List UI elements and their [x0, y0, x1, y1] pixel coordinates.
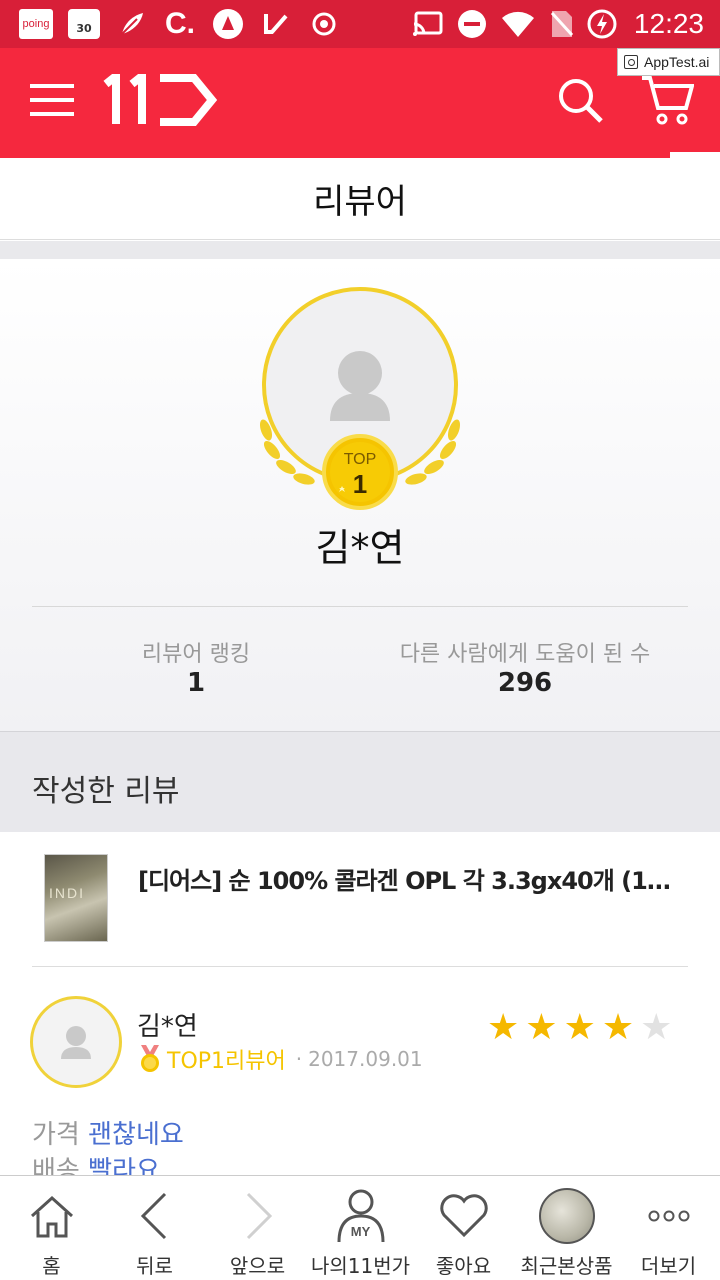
- nav-my-11st[interactable]: MY 나의11번가: [309, 1176, 412, 1280]
- review-date-separator: ·: [295, 1047, 303, 1071]
- star-filled-icon: ★: [563, 1007, 596, 1048]
- page-title-bar: 리뷰어: [0, 158, 720, 240]
- star-filled-icon: ★: [487, 1007, 520, 1048]
- battery-charging-icon: [586, 8, 618, 40]
- reviewer-badge-label: TOP1리뷰어: [167, 1049, 286, 1074]
- recent-product-icon: [515, 1186, 618, 1246]
- record-icon: [308, 8, 340, 40]
- heart-icon: [412, 1186, 515, 1246]
- wifi-icon: [500, 8, 536, 40]
- c-app-icon: C.: [165, 7, 195, 40]
- do-not-disturb-icon: [456, 8, 488, 40]
- review-line-label: 가격: [32, 1120, 80, 1150]
- profile-avatar-badge: TOP 1: [250, 285, 470, 515]
- apptest-overlay: AppTest.ai: [617, 48, 720, 76]
- star-empty-icon: ★: [640, 1007, 673, 1048]
- ranking-label: 리뷰어 랭킹: [141, 642, 251, 667]
- review-author: 김*연: [137, 1012, 198, 1042]
- product-thumbnail[interactable]: INDI: [44, 854, 108, 942]
- nav-more[interactable]: 더보기: [617, 1176, 720, 1280]
- divider: [32, 606, 688, 607]
- nav-forward[interactable]: 앞으로: [206, 1176, 309, 1280]
- logo-11st[interactable]: [102, 67, 218, 126]
- nav-label: 뒤로: [136, 1254, 173, 1278]
- apptest-label: AppTest.ai: [644, 54, 710, 70]
- status-time: 12:23: [633, 8, 704, 39]
- nav-likes[interactable]: 좋아요: [412, 1176, 515, 1280]
- hamburger-menu-icon[interactable]: [30, 84, 74, 116]
- back-icon: [103, 1186, 206, 1246]
- status-bar: poing 30 C. 12:23: [0, 0, 720, 48]
- reviewer-badge: TOP1리뷰어 · 2017.09.01: [137, 1043, 423, 1075]
- home-icon: [0, 1186, 103, 1246]
- nav-label: 더보기: [640, 1254, 697, 1278]
- badge-rank: 1: [352, 469, 368, 499]
- android-icon: [210, 8, 246, 40]
- helpful-label: 다른 사람에게 도움이 된 수: [399, 642, 651, 667]
- no-sim-icon: [548, 8, 576, 40]
- more-icon: [617, 1186, 720, 1246]
- nav-label: 나의11번가: [310, 1254, 411, 1278]
- divider: [32, 966, 688, 967]
- star-filled-icon: ★: [601, 1007, 635, 1048]
- profile-name: 김*연: [315, 526, 405, 570]
- review-line-price: 가격 괜찮네요: [32, 1114, 184, 1151]
- nav-label: 좋아요: [435, 1254, 492, 1278]
- cast-icon: [410, 8, 446, 40]
- reviews-section-title: 작성한 리뷰: [32, 774, 180, 809]
- product-title[interactable]: [디어스] 순 100% 콜라겐 OPL 각 3.3gx40개 (1박스) /염…: [138, 861, 688, 896]
- bottom-nav: 홈 뒤로 앞으로 MY 나의11번가 좋아요 최근본상품 더보기: [0, 1175, 720, 1280]
- my-icon-text: MY: [350, 1224, 371, 1239]
- poing-app-icon: poing: [18, 8, 54, 40]
- section-gap: [0, 241, 720, 259]
- nav-label: 최근본상품: [520, 1254, 613, 1278]
- cart-icon[interactable]: [640, 74, 695, 126]
- camera-icon: [624, 55, 638, 69]
- helpful-value: 296: [497, 668, 553, 698]
- review-line-value: 괜찮네요: [88, 1120, 184, 1150]
- rating-stars: ★ ★ ★ ★ ★: [487, 1010, 672, 1046]
- avatar: [30, 996, 122, 1088]
- app-header: [0, 48, 670, 158]
- my-icon: MY: [309, 1186, 412, 1246]
- forward-icon: [206, 1186, 309, 1246]
- page-title: 리뷰어: [313, 182, 407, 222]
- check-icon: [260, 8, 292, 40]
- leaf-icon: [114, 8, 150, 40]
- ranking-value: 1: [186, 668, 206, 698]
- star-filled-icon: ★: [525, 1007, 558, 1048]
- nav-label: 홈: [42, 1254, 61, 1278]
- nav-recent-products[interactable]: 최근본상품: [515, 1176, 618, 1280]
- nav-label: 앞으로: [229, 1254, 286, 1278]
- search-icon[interactable]: [556, 76, 604, 124]
- review-date: 2017.09.01: [308, 1047, 423, 1071]
- calendar-icon: 30: [66, 8, 102, 40]
- nav-back[interactable]: 뒤로: [103, 1176, 206, 1280]
- medal-icon: [141, 1045, 159, 1072]
- badge-top-label: TOP: [343, 451, 377, 468]
- product-thumb-text: INDI: [49, 885, 85, 901]
- nav-home[interactable]: 홈: [0, 1176, 103, 1280]
